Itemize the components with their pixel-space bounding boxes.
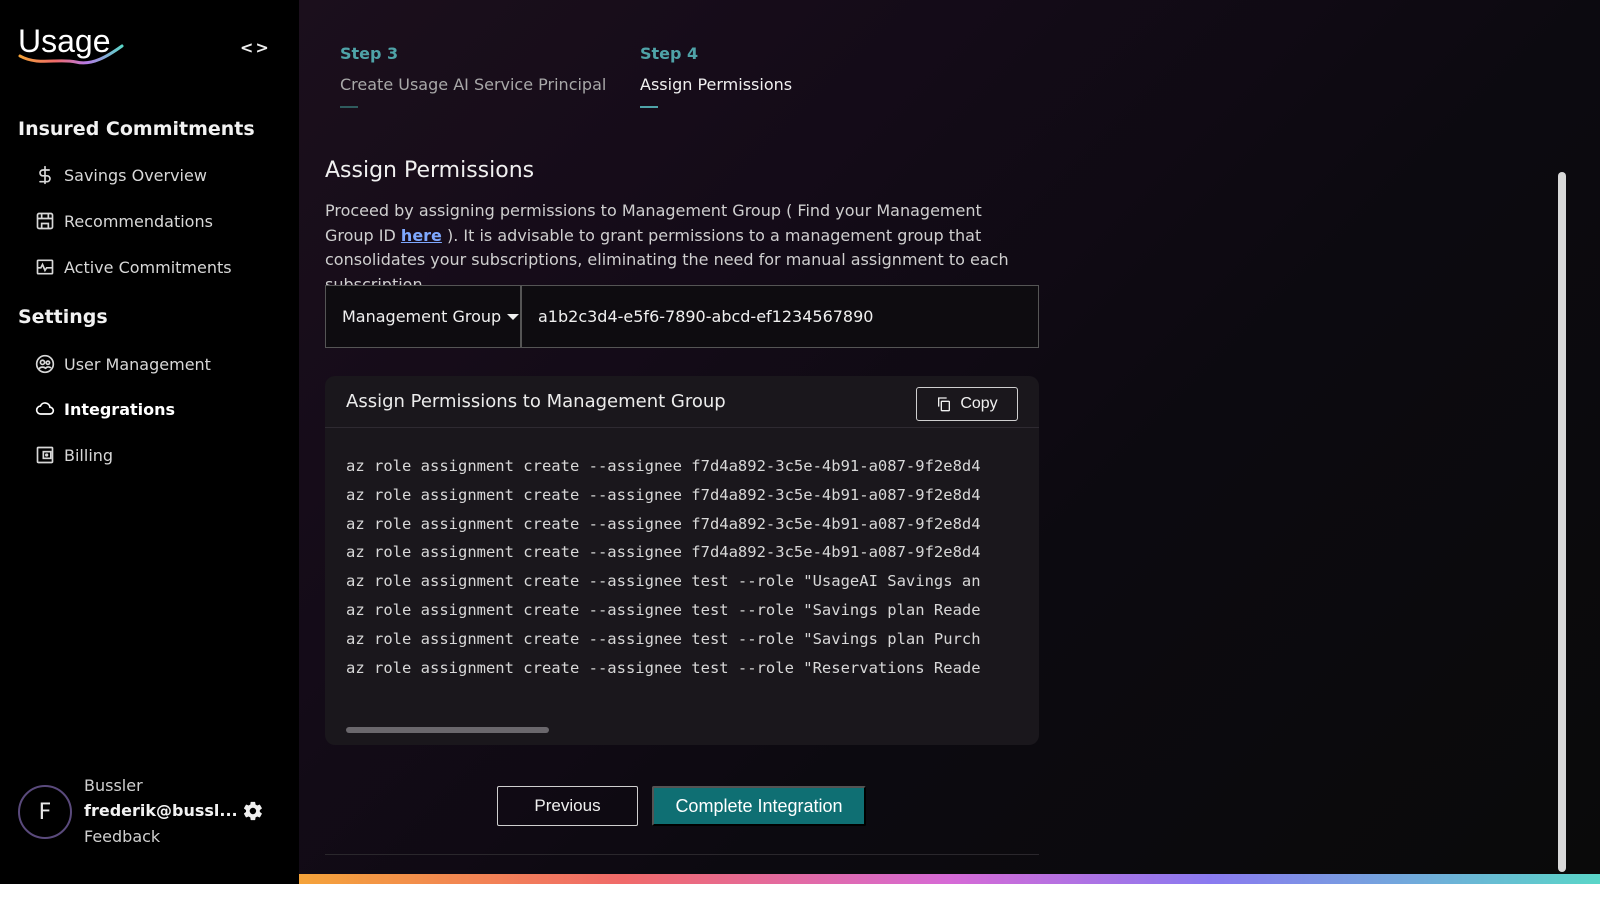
avatar[interactable]: F — [18, 785, 72, 839]
scope-select-value: Management Group — [342, 307, 502, 326]
sidebar-item-label: User Management — [64, 354, 211, 374]
logo-text: Usage — [18, 23, 111, 59]
code-line: az role assignment create --assignee tes… — [346, 658, 981, 677]
sidebar-item-recommendations[interactable]: Recommendations — [34, 206, 213, 236]
sidebar-item-user-management[interactable]: User Management — [34, 349, 211, 379]
scope-select[interactable]: Management Group — [325, 285, 521, 348]
step-4[interactable]: Step 4 Assign Permissions — [640, 44, 792, 108]
previous-button[interactable]: Previous — [497, 786, 638, 826]
copy-icon — [938, 397, 951, 412]
gear-icon[interactable] — [242, 800, 264, 822]
code-line: az role assignment create --assignee tes… — [346, 572, 981, 591]
wallet-icon — [34, 444, 56, 466]
sidebar-item-active-commitments[interactable]: Active Commitments — [34, 252, 232, 282]
sidebar-item-billing[interactable]: Billing — [34, 440, 113, 470]
copy-button[interactable]: Copy — [916, 387, 1018, 421]
caret-down-icon — [507, 313, 520, 320]
user-panel: F Bussler frederik@bussl... Feedback — [18, 776, 288, 856]
dollar-icon — [34, 164, 56, 186]
step-label: Assign Permissions — [640, 75, 793, 94]
main-content: Step 3 Create Usage AI Service Principal… — [299, 0, 1600, 902]
store-icon — [34, 210, 56, 232]
section-title-insured-commitments: Insured Commitments — [18, 118, 255, 140]
page-title: Assign Permissions — [325, 158, 535, 183]
code-block-title: Assign Permissions to Management Group — [346, 391, 726, 412]
collapse-sidebar-button[interactable]: <> — [240, 38, 270, 60]
section-title-settings: Settings — [18, 306, 108, 328]
sidebar-item-savings-overview[interactable]: Savings Overview — [34, 160, 207, 190]
code-content[interactable]: az role assignment create --assignee f7d… — [346, 452, 1018, 692]
code-line: az role assignment create --assignee tes… — [346, 600, 981, 619]
code-block: Assign Permissions to Management Group C… — [325, 376, 1039, 745]
complete-integration-button[interactable]: Complete Integration — [652, 786, 866, 826]
code-block-header: Assign Permissions to Management Group C… — [325, 376, 1039, 428]
code-line: az role assignment create --assignee f7d… — [346, 457, 981, 475]
step-3[interactable]: Step 3 Create Usage AI Service Principal — [340, 44, 606, 108]
cloud-icon — [34, 398, 56, 420]
usage-logo[interactable]: Usage — [18, 22, 128, 68]
step-number: Step 3 — [340, 44, 399, 63]
step-number: Step 4 — [640, 44, 699, 63]
divider — [325, 854, 1039, 855]
sidebar-item-label: Savings Overview — [64, 165, 207, 185]
code-line: az role assignment create --assignee f7d… — [346, 543, 981, 562]
find-id-link[interactable]: here — [401, 226, 442, 245]
sidebar-item-label: Billing — [64, 445, 114, 465]
sidebar-item-integrations[interactable]: Integrations — [34, 394, 175, 424]
code-line: az role assignment create --assignee tes… — [346, 629, 981, 648]
users-icon — [34, 353, 56, 375]
sidebar-item-label: Recommendations — [64, 211, 213, 231]
management-group-id-input[interactable] — [521, 285, 1039, 348]
code-line: az role assignment create --assignee f7d… — [346, 514, 981, 533]
activity-icon — [34, 256, 56, 278]
copy-button-label: Copy — [960, 395, 998, 412]
code-line: az role assignment create --assignee f7d… — [346, 485, 981, 504]
user-email: frederik@bussl... — [84, 801, 238, 820]
vertical-scrollbar[interactable] — [1558, 172, 1566, 872]
step-indicator — [640, 106, 658, 108]
step-indicator — [340, 106, 358, 108]
sidebar-item-label: Integrations — [64, 399, 176, 419]
page-bottom-edge — [0, 884, 1600, 902]
usage-logo-mark: Usage — [18, 23, 124, 65]
horizontal-scrollbar[interactable] — [346, 727, 549, 733]
feedback-link[interactable]: Feedback — [84, 827, 160, 846]
step-label: Create Usage AI Service Principal — [340, 75, 607, 94]
sidebar: Usage <> Insured Commitments Savings Ove… — [0, 0, 299, 902]
sidebar-item-label: Active Commitments — [64, 257, 232, 277]
rainbow-footer-bar — [299, 874, 1600, 884]
description: Proceed by assigning permissions to Mana… — [325, 199, 1035, 297]
user-name: Bussler — [84, 776, 143, 795]
